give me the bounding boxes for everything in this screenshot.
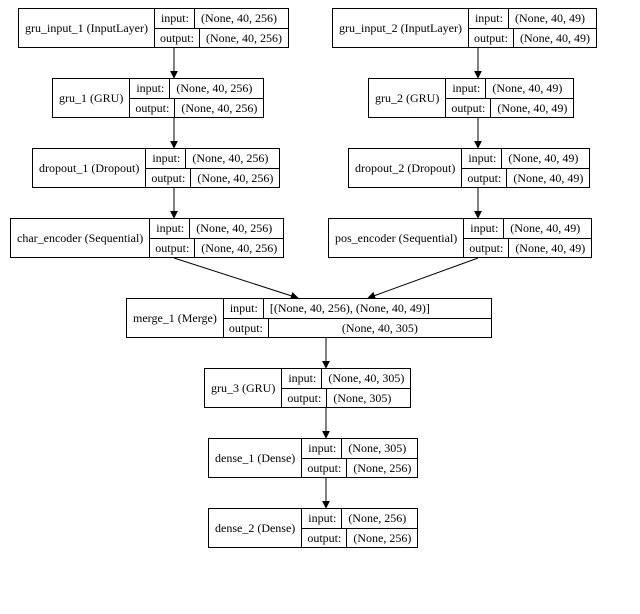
input-label: input: <box>469 9 509 28</box>
input-label: input: <box>150 219 190 238</box>
input-label: input: <box>130 79 170 98</box>
output-label: output: <box>146 169 191 187</box>
output-shape: (None, 40, 49) <box>514 29 596 47</box>
input-shape: (None, 40, 305) <box>322 369 410 388</box>
output-shape: (None, 40, 256) <box>200 29 288 47</box>
input-label: input: <box>282 369 322 388</box>
input-label: input: <box>146 149 186 168</box>
output-label: output: <box>302 459 347 477</box>
output-shape: (None, 40, 256) <box>191 169 279 187</box>
output-shape: (None, 305) <box>327 389 397 407</box>
input-label: input: <box>155 9 195 28</box>
layer-name: char_encoder (Sequential) <box>11 219 150 257</box>
node-dropout-1: dropout_1 (Dropout) input:(None, 40, 256… <box>32 148 280 188</box>
node-gru-3: gru_3 (GRU) input:(None, 40, 305) output… <box>204 368 411 408</box>
input-shape: (None, 40, 49) <box>502 149 584 168</box>
output-label: output: <box>302 529 347 547</box>
node-gru-1: gru_1 (GRU) input:(None, 40, 256) output… <box>52 78 264 118</box>
output-label: output: <box>150 239 195 257</box>
layer-name: dropout_2 (Dropout) <box>349 149 462 187</box>
node-dropout-2: dropout_2 (Dropout) input:(None, 40, 49)… <box>348 148 590 188</box>
output-shape: (None, 40, 49) <box>507 169 589 187</box>
layer-name: gru_2 (GRU) <box>369 79 446 117</box>
node-gru-input-2: gru_input_2 (InputLayer) input:(None, 40… <box>332 8 597 48</box>
layer-name: merge_1 (Merge) <box>127 299 224 337</box>
output-label: output: <box>446 99 491 117</box>
layer-name: pos_encoder (Sequential) <box>329 219 464 257</box>
input-label: input: <box>302 439 342 458</box>
input-shape: (None, 40, 49) <box>509 9 591 28</box>
output-label: output: <box>282 389 327 407</box>
input-shape: (None, 40, 256) <box>186 149 274 168</box>
output-shape: (None, 40, 305) <box>269 319 491 337</box>
output-shape: (None, 40, 256) <box>195 239 283 257</box>
layer-name: gru_3 (GRU) <box>205 369 282 407</box>
layer-name: gru_input_2 (InputLayer) <box>333 9 469 47</box>
output-label: output: <box>462 169 507 187</box>
layer-name: dense_2 (Dense) <box>209 509 302 547</box>
output-shape: (None, 40, 49) <box>509 239 591 257</box>
output-label: output: <box>130 99 175 117</box>
layer-name: gru_input_1 (InputLayer) <box>19 9 155 47</box>
node-dense-1: dense_1 (Dense) input:(None, 305) output… <box>208 438 418 478</box>
input-shape: (None, 40, 256) <box>170 79 258 98</box>
node-gru-2: gru_2 (GRU) input:(None, 40, 49) output:… <box>368 78 574 118</box>
model-graph: gru_input_1 (InputLayer) input:(None, 40… <box>8 8 632 606</box>
input-shape: (None, 40, 256) <box>190 219 278 238</box>
input-label: input: <box>302 509 342 528</box>
node-pos-encoder: pos_encoder (Sequential) input:(None, 40… <box>328 218 592 258</box>
output-shape: (None, 256) <box>347 459 417 477</box>
output-label: output: <box>464 239 509 257</box>
input-shape: (None, 40, 256) <box>195 9 283 28</box>
node-gru-input-1: gru_input_1 (InputLayer) input:(None, 40… <box>18 8 289 48</box>
output-label: output: <box>224 319 269 337</box>
input-shape: [(None, 40, 256), (None, 40, 49)] <box>264 299 436 318</box>
input-label: input: <box>464 219 504 238</box>
output-shape: (None, 40, 256) <box>175 99 263 117</box>
input-shape: (None, 305) <box>342 439 412 458</box>
output-shape: (None, 256) <box>347 529 417 547</box>
output-label: output: <box>469 29 514 47</box>
input-shape: (None, 256) <box>342 509 412 528</box>
node-merge-1: merge_1 (Merge) input:[(None, 40, 256), … <box>126 298 492 338</box>
output-label: output: <box>155 29 200 47</box>
layer-name: gru_1 (GRU) <box>53 79 130 117</box>
output-shape: (None, 40, 49) <box>491 99 573 117</box>
input-label: input: <box>462 149 502 168</box>
layer-name: dropout_1 (Dropout) <box>33 149 146 187</box>
input-shape: (None, 40, 49) <box>504 219 586 238</box>
node-dense-2: dense_2 (Dense) input:(None, 256) output… <box>208 508 418 548</box>
input-shape: (None, 40, 49) <box>486 79 568 98</box>
input-label: input: <box>224 299 264 318</box>
input-label: input: <box>446 79 486 98</box>
node-char-encoder: char_encoder (Sequential) input:(None, 4… <box>10 218 284 258</box>
layer-name: dense_1 (Dense) <box>209 439 302 477</box>
